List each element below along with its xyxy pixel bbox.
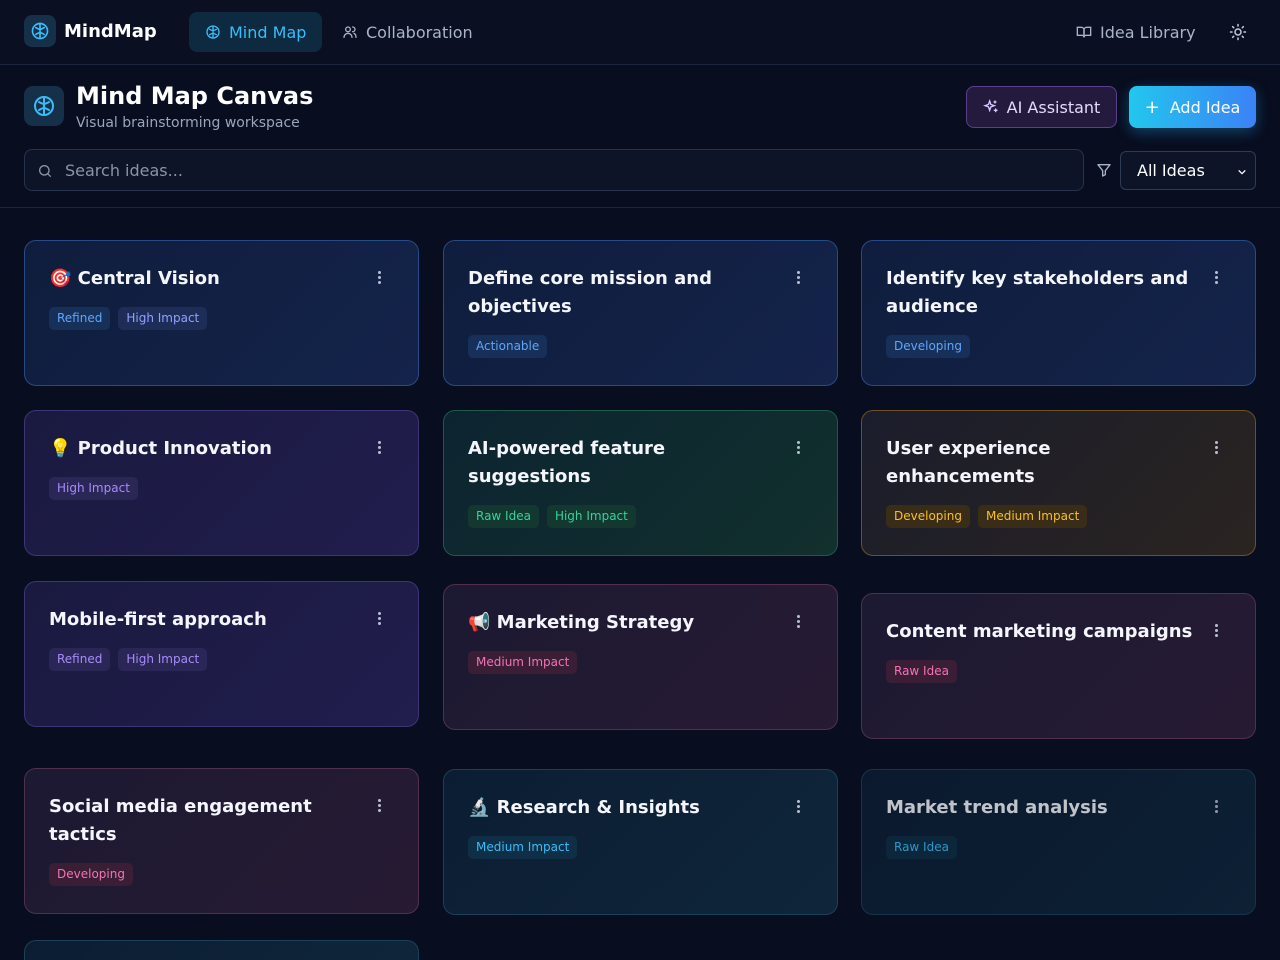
idea-card[interactable]: 🎯 Central Vision Refined High Impact — [24, 240, 419, 386]
status-tag: Refined — [49, 307, 111, 330]
add-idea-button[interactable]: + Add Idea — [1129, 86, 1256, 128]
impact-tag: Medium Impact — [468, 836, 578, 859]
idea-card[interactable]: 🔬 Research & Insights Medium Impact — [443, 769, 838, 915]
impact-tag: High Impact — [49, 477, 138, 500]
status-tag: Developing — [886, 335, 970, 358]
search-icon — [39, 165, 51, 177]
more-vertical-icon[interactable] — [1215, 441, 1219, 456]
idea-card-title: 💡 Product Innovation — [49, 438, 272, 459]
ai-assistant-label: AI Assistant — [1006, 97, 1101, 117]
idea-card[interactable]: Define core mission and objectives Actio… — [443, 240, 838, 386]
more-vertical-icon[interactable] — [378, 271, 382, 286]
chevron-down-icon — [1238, 170, 1246, 175]
impact-tag: Medium Impact — [977, 505, 1088, 528]
theme-toggle-button[interactable] — [1226, 20, 1250, 44]
idea-card-title: User experience enhancements — [886, 438, 1051, 487]
idea-card-title: Identify key stakeholders and audience — [886, 268, 1189, 317]
search-input[interactable] — [65, 150, 1065, 190]
status-tag: Actionable — [468, 335, 548, 358]
idea-card[interactable]: Mobile-first approach Refined High Impac… — [24, 581, 419, 727]
brain-logo-icon — [24, 15, 56, 47]
idea-card[interactable]: Content marketing campaigns Raw Idea — [861, 593, 1256, 739]
idea-card[interactable]: AI-powered feature suggestions Raw Idea … — [443, 410, 838, 556]
status-tag: Raw Idea — [886, 836, 957, 859]
add-idea-label: Add Idea — [1169, 97, 1241, 117]
filter-icon[interactable] — [1096, 162, 1112, 178]
page-subtitle: Visual brainstorming workspace — [76, 115, 300, 131]
idea-card-title: Mobile-first approach — [49, 609, 267, 630]
tab-collaboration[interactable]: Collaboration — [326, 12, 489, 52]
impact-tag: High Impact — [118, 648, 208, 671]
tab-mind-map-label: Mind Map — [229, 22, 307, 42]
more-vertical-icon[interactable] — [378, 799, 382, 814]
idea-card[interactable]: 💡 Product Innovation High Impact — [24, 410, 419, 556]
idea-library-link[interactable]: Idea Library — [1060, 12, 1212, 52]
idea-card-title: 🔬 Research & Insights — [468, 797, 700, 818]
idea-card-title: Social media engagement tactics — [49, 796, 312, 845]
status-tag: Developing — [49, 863, 133, 886]
more-vertical-icon[interactable] — [1215, 271, 1219, 286]
more-vertical-icon[interactable] — [378, 612, 382, 627]
idea-card[interactable]: Identify key stakeholders and audience D… — [861, 240, 1256, 386]
page-header: Mind Map Canvas Visual brainstorming wor… — [0, 65, 1280, 208]
idea-card-title: 📢 Marketing Strategy — [468, 612, 695, 633]
idea-card-title: Content marketing campaigns — [886, 621, 1193, 642]
page-title: Mind Map Canvas — [76, 82, 314, 110]
idea-card-title: 🎯 Central Vision — [49, 268, 220, 289]
status-tag: Refined — [49, 648, 111, 671]
brain-icon — [206, 25, 220, 39]
tab-mind-map[interactable]: Mind Map — [189, 12, 323, 52]
status-tag: Raw Idea — [468, 505, 539, 528]
impact-tag: High Impact — [546, 505, 636, 528]
idea-card-partial[interactable] — [24, 940, 419, 960]
more-vertical-icon[interactable] — [797, 271, 801, 286]
impact-tag: Medium Impact — [468, 651, 578, 674]
status-tag: Raw Idea — [886, 660, 957, 683]
impact-tag: High Impact — [118, 307, 208, 330]
filter-select[interactable]: All Ideas — [1120, 151, 1256, 190]
brand-name: MindMap — [64, 20, 157, 42]
more-vertical-icon[interactable] — [1215, 800, 1219, 815]
search-box — [24, 149, 1084, 191]
ai-assistant-button[interactable]: AI Assistant — [966, 86, 1117, 128]
idea-card[interactable]: User experience enhancements Developing … — [861, 410, 1256, 556]
idea-card-title: AI-powered feature suggestions — [468, 438, 666, 487]
more-vertical-icon[interactable] — [797, 800, 801, 815]
users-icon — [343, 26, 357, 38]
idea-card-title: Market trend analysis — [886, 797, 1108, 818]
idea-card-title: Define core mission and objectives — [468, 268, 712, 317]
idea-card[interactable]: Social media engagement tactics Developi… — [24, 768, 419, 914]
plus-icon: + — [1144, 96, 1160, 118]
more-vertical-icon[interactable] — [378, 441, 382, 456]
filter-select-value: All Ideas — [1137, 161, 1205, 180]
idea-card[interactable]: 📢 Marketing Strategy Medium Impact — [443, 584, 838, 730]
top-navbar: MindMap Mind Map Collaboration Idea Libr… — [0, 0, 1280, 65]
sun-icon — [1229, 23, 1247, 41]
more-vertical-icon[interactable] — [797, 441, 801, 456]
more-vertical-icon[interactable] — [1215, 624, 1219, 639]
sparkles-icon — [982, 99, 998, 113]
brand[interactable]: MindMap — [24, 15, 157, 47]
book-open-icon — [1076, 26, 1092, 38]
idea-card[interactable]: Market trend analysis Raw Idea — [861, 769, 1256, 915]
brain-icon — [24, 86, 64, 126]
tab-collaboration-label: Collaboration — [366, 22, 473, 42]
status-tag: Developing — [886, 505, 970, 528]
more-vertical-icon[interactable] — [797, 615, 801, 630]
idea-library-label: Idea Library — [1100, 22, 1196, 42]
